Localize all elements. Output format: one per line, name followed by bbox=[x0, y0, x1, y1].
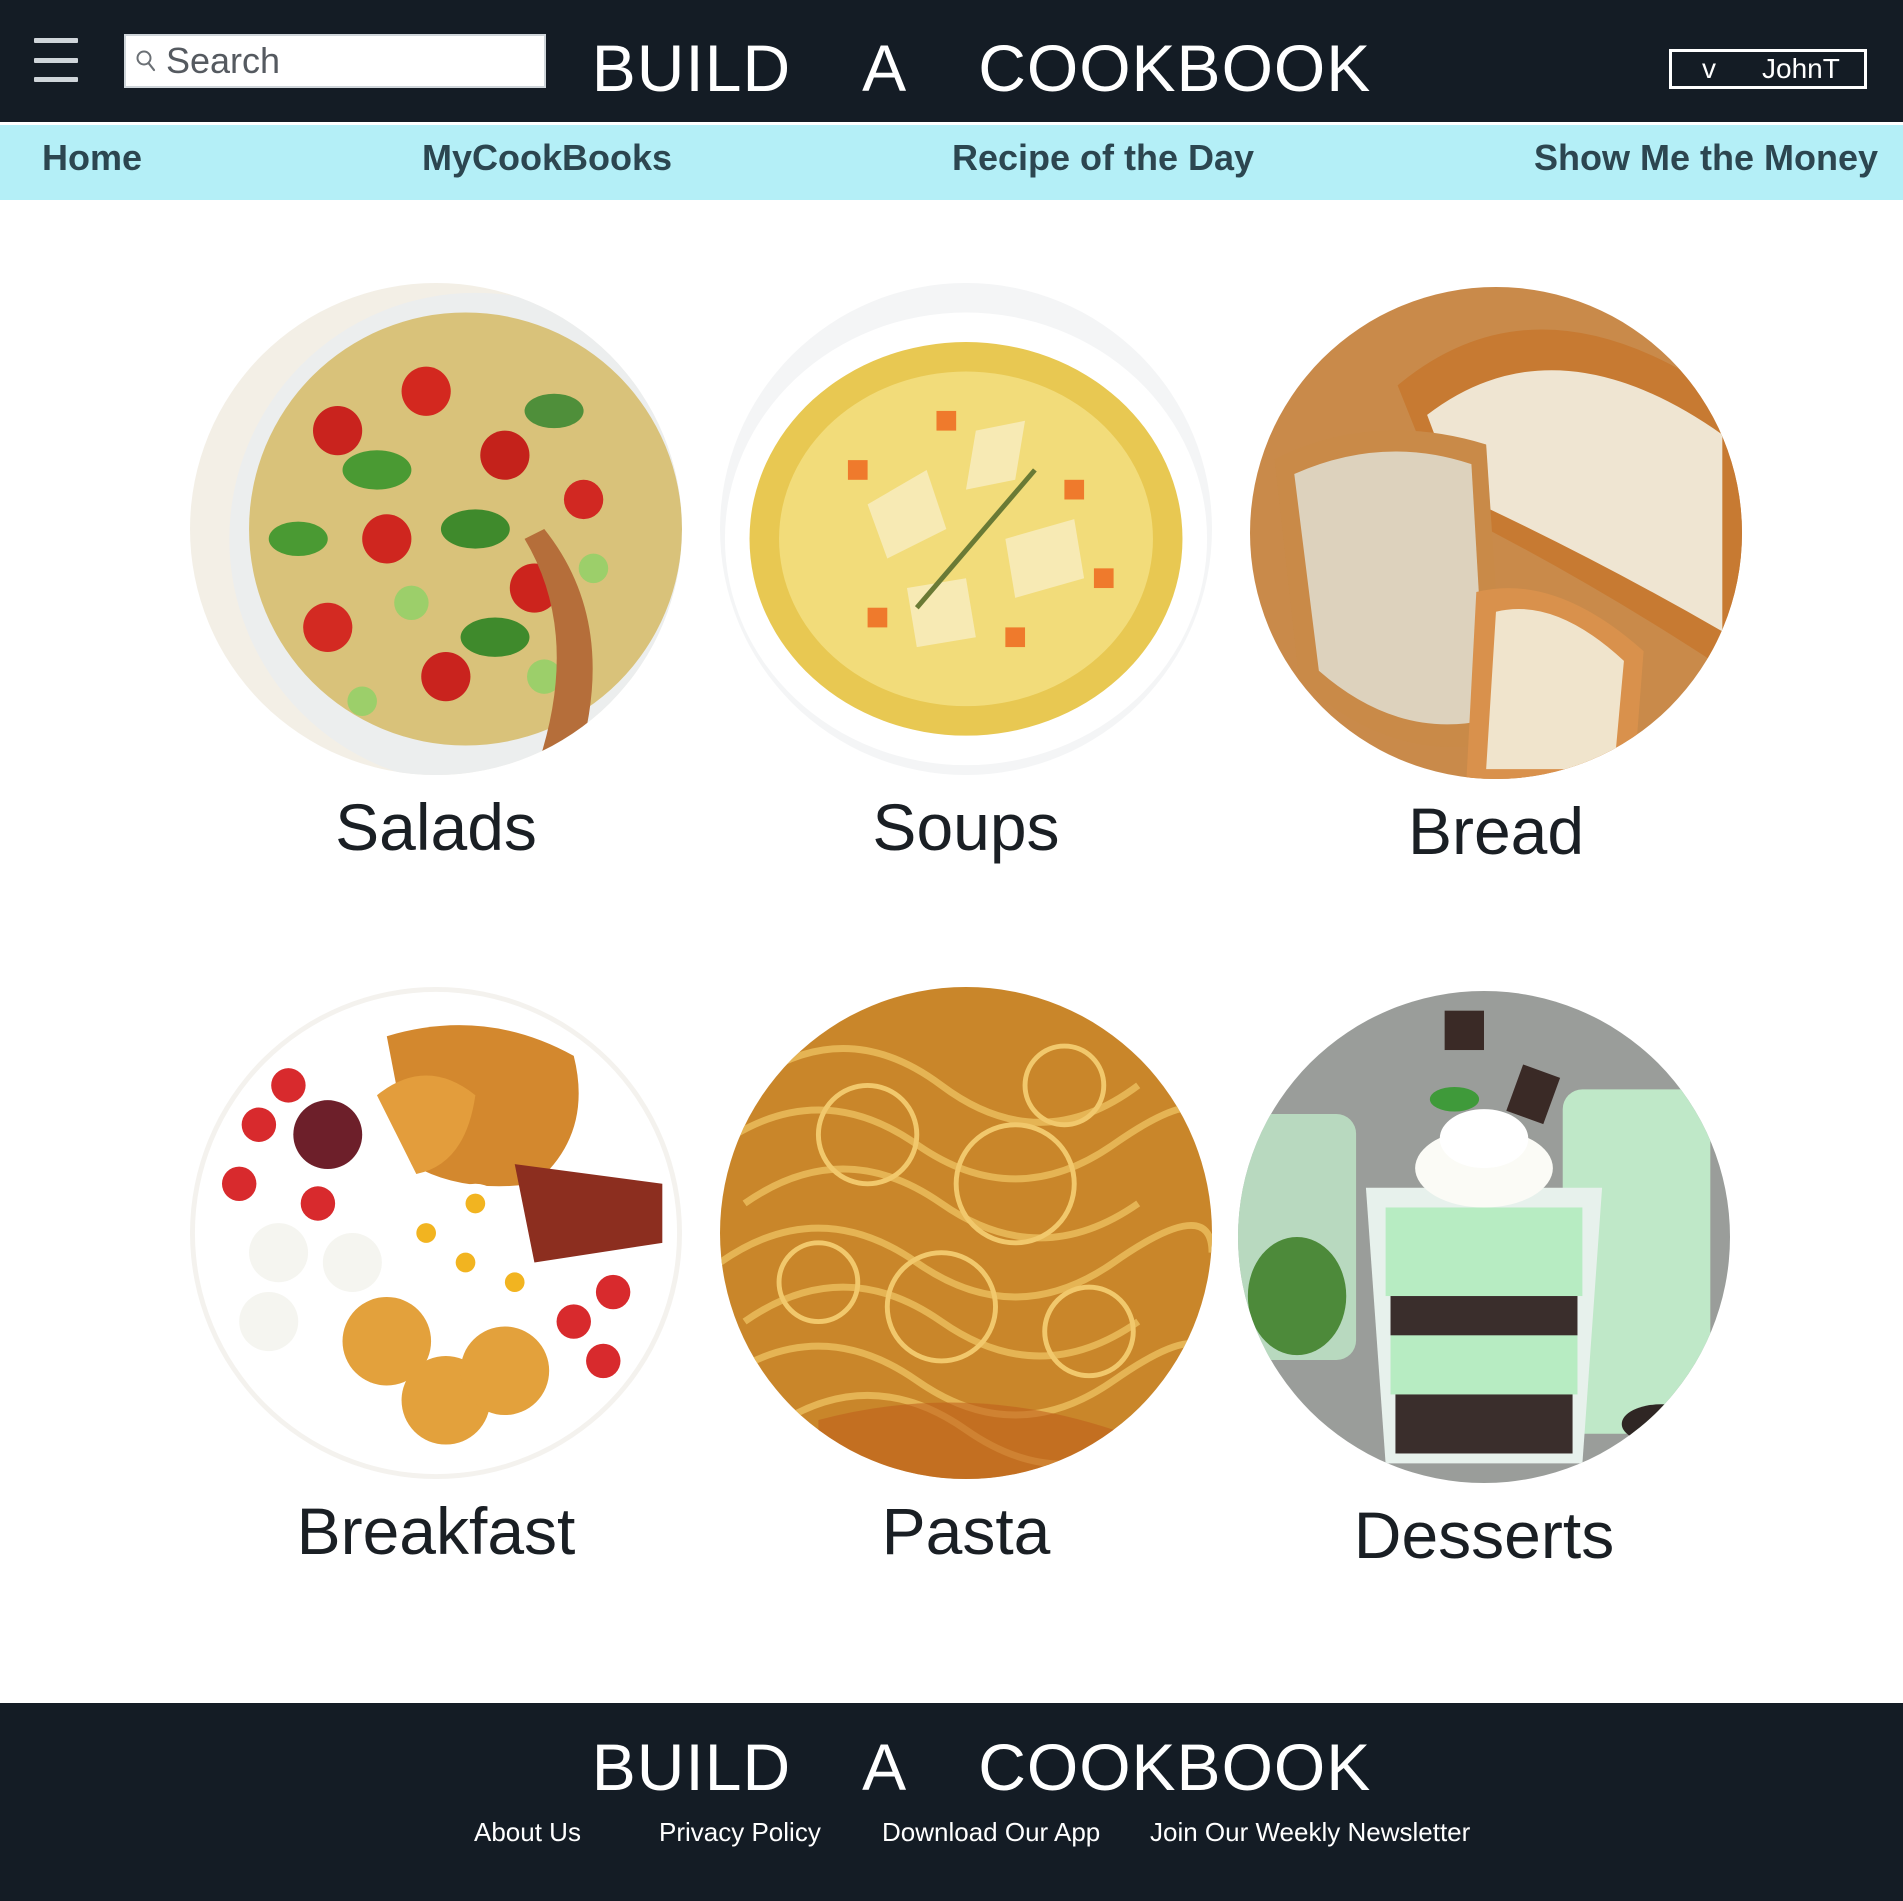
category-bread[interactable]: Bread bbox=[1246, 287, 1746, 869]
nav-recipe-of-the-day[interactable]: Recipe of the Day bbox=[952, 137, 1254, 179]
nav-mycookbooks[interactable]: MyCookBooks bbox=[422, 137, 672, 179]
top-header: BUILD A COOKBOOK v JohnT bbox=[0, 0, 1903, 122]
category-breakfast[interactable]: Breakfast bbox=[186, 987, 686, 1569]
pasta-photo[interactable] bbox=[720, 987, 1212, 1479]
category-soups[interactable]: Soups bbox=[716, 283, 1216, 865]
username: JohnT bbox=[1762, 53, 1840, 84]
category-label[interactable]: Breakfast bbox=[186, 1493, 686, 1569]
category-label[interactable]: Salads bbox=[186, 789, 686, 865]
category-pasta[interactable]: Pasta bbox=[716, 987, 1216, 1569]
category-label[interactable]: Desserts bbox=[1234, 1497, 1734, 1573]
main-nav: Home MyCookBooks Recipe of the Day Show … bbox=[0, 122, 1903, 200]
nav-show-me-the-money[interactable]: Show Me the Money bbox=[1534, 137, 1878, 179]
dessert-photo[interactable] bbox=[1238, 991, 1730, 1483]
category-desserts[interactable]: Desserts bbox=[1234, 991, 1734, 1573]
nav-home[interactable]: Home bbox=[42, 137, 142, 179]
footer-link-privacy-policy[interactable]: Privacy Policy bbox=[659, 1817, 821, 1848]
footer-link-download-app[interactable]: Download Our App bbox=[882, 1817, 1100, 1848]
cookbook-page: BUILD A COOKBOOK v JohnT Home MyCookBook… bbox=[0, 0, 1903, 1901]
category-salads[interactable]: Salads bbox=[186, 283, 686, 865]
footer-title: BUILD A COOKBOOK bbox=[591, 1730, 1372, 1804]
category-label[interactable]: Bread bbox=[1246, 793, 1746, 869]
footer-link-about-us[interactable]: About Us bbox=[474, 1817, 581, 1848]
site-title: BUILD A COOKBOOK bbox=[591, 31, 1372, 105]
page-footer: BUILD A COOKBOOK About Us Privacy Policy… bbox=[0, 1703, 1903, 1901]
soup-photo[interactable] bbox=[720, 283, 1212, 775]
breakfast-photo[interactable] bbox=[190, 987, 682, 1479]
bread-photo[interactable] bbox=[1250, 287, 1742, 779]
user-menu-dropdown[interactable]: v JohnT bbox=[1669, 49, 1867, 89]
dropdown-caret: v bbox=[1702, 53, 1716, 84]
category-label[interactable]: Pasta bbox=[716, 1493, 1216, 1569]
salad-photo[interactable] bbox=[190, 283, 682, 775]
category-label[interactable]: Soups bbox=[716, 789, 1216, 865]
footer-link-newsletter[interactable]: Join Our Weekly Newsletter bbox=[1150, 1817, 1470, 1848]
